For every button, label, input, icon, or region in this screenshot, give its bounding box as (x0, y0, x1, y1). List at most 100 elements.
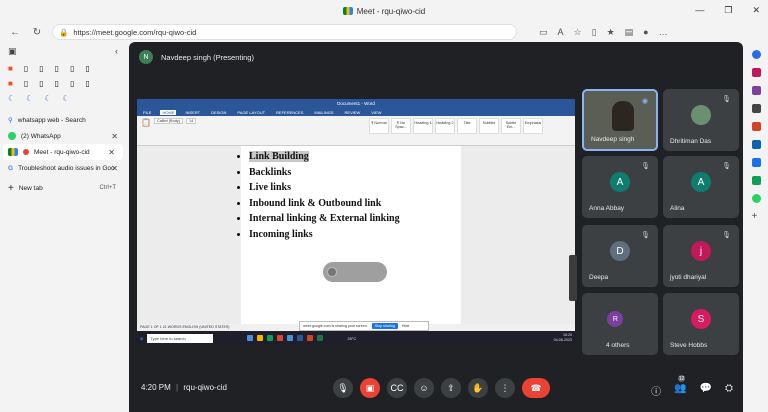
edge-app-icon[interactable]: ☾ (63, 94, 70, 103)
style-no-spacing[interactable]: ¶ No Spac... (391, 118, 411, 134)
whatsapp-icon[interactable] (751, 194, 761, 203)
close-window-button[interactable]: ✕ (752, 5, 760, 16)
camera-icon[interactable]: ▭ (539, 27, 548, 38)
ribbon-tab[interactable]: INSERT (183, 110, 202, 115)
favorites-icon[interactable]: ★ (607, 27, 615, 38)
participant-tile[interactable]: 🎙 Dhritiman Das (663, 89, 739, 151)
style-subtitle[interactable]: Subtitle (479, 118, 499, 134)
participant-tile-others[interactable]: R 4 others (582, 293, 658, 355)
taskbar-app-icon[interactable] (287, 335, 294, 341)
close-tab-icon[interactable]: ✕ (111, 164, 118, 173)
tab-actions-icon[interactable]: ▣ (8, 46, 17, 57)
tab-whatsapp-search[interactable]: ⚲ whatsapp web - Search (0, 112, 126, 128)
add-icon[interactable]: + (752, 212, 761, 222)
participant-tile[interactable]: S Steve Hobbs (663, 293, 739, 355)
taskbar-app-icon[interactable] (307, 335, 314, 341)
taskbar-app-icon[interactable] (297, 335, 304, 341)
microsoft-icon[interactable]: ■ (8, 79, 13, 88)
mic-button[interactable]: 🎙 (333, 378, 353, 398)
chat-icon[interactable]: 💬 (700, 383, 712, 398)
camera-off-button[interactable]: ▣ (360, 378, 380, 398)
tab-meet[interactable]: Meet - rqu-qiwo-cid ✕ (3, 144, 123, 160)
ribbon-tab[interactable]: VIEW (369, 110, 383, 115)
new-tab-button[interactable]: + New tab Ctrl+T (0, 180, 126, 196)
restore-button[interactable]: ❐ (724, 5, 732, 16)
tab-troubleshoot[interactable]: G Troubleshoot audio issues in Goo ✕ (0, 160, 126, 176)
style-heading2[interactable]: Heading 2 (435, 118, 455, 134)
participant-tile[interactable]: D 🎙 Deepa (582, 225, 658, 287)
participant-tile[interactable]: A 🎙 Alina (663, 156, 739, 218)
profile-icon[interactable]: ● (643, 27, 648, 38)
hide-button[interactable]: Hide (402, 324, 409, 328)
ribbon-tab[interactable]: REFERENCES (274, 110, 305, 115)
doc-icon[interactable]: ▯ (24, 79, 28, 88)
font-size[interactable]: 14 (185, 118, 197, 124)
ribbon-tab[interactable]: DESIGN (209, 110, 228, 115)
close-tab-icon[interactable]: ✕ (111, 132, 118, 141)
more-icon[interactable]: … (659, 27, 668, 38)
bing-icon[interactable] (751, 50, 761, 59)
info-icon[interactable]: ⓘ (651, 383, 661, 398)
taskbar-search[interactable]: Type here to search (147, 333, 214, 343)
doc-icon[interactable]: ▯ (70, 64, 74, 73)
doc-icon[interactable]: ▯ (70, 79, 74, 88)
taskbar-app-icon[interactable] (247, 335, 254, 341)
windows-start-icon[interactable]: ⊞ (140, 336, 143, 341)
edge-drop-icon[interactable] (751, 158, 761, 167)
people-icon[interactable]: 👥 12 (674, 375, 687, 398)
ribbon-tab[interactable]: HOME (160, 109, 177, 115)
doc-icon[interactable]: ▯ (85, 79, 89, 88)
close-tab-icon[interactable]: ✕ (108, 148, 115, 157)
taskbar-app-icon[interactable] (277, 335, 284, 341)
more-options-button[interactable]: ⋮ (495, 378, 515, 398)
ribbon-tab[interactable]: PAGE LAYOUT (235, 110, 267, 115)
refresh-icon[interactable]: ↻ (30, 27, 44, 38)
leave-call-button[interactable]: ☎ (522, 378, 550, 398)
captions-button[interactable]: CC (387, 378, 407, 398)
designer-icon[interactable] (751, 176, 761, 185)
present-button[interactable]: ⇪ (441, 378, 461, 398)
font-name[interactable]: Calibri (Body) (153, 118, 183, 124)
back-icon[interactable]: ← (8, 27, 22, 38)
style-title[interactable]: Title (457, 118, 477, 134)
activities-icon[interactable]: ⛭ (725, 383, 733, 398)
ribbon-tab[interactable]: REVIEW (343, 110, 363, 115)
outlook-icon[interactable] (751, 140, 761, 149)
stop-sharing-button[interactable]: Stop sharing (371, 323, 398, 329)
raise-hand-button[interactable]: ✋ (468, 378, 488, 398)
shopping-icon[interactable] (751, 86, 761, 95)
style-emphasis[interactable]: Emphasis (523, 118, 543, 134)
office-icon[interactable] (751, 122, 761, 131)
url-field[interactable]: 🔒 https://meet.google.com/rqu-qiwo-cid (52, 24, 517, 40)
doc-icon[interactable]: ▯ (55, 64, 59, 73)
style-subtle-em[interactable]: Subtle Em... (501, 118, 521, 134)
minimize-button[interactable]: — (695, 5, 704, 16)
games-icon[interactable] (751, 104, 761, 113)
favorite-star-icon[interactable]: ☆ (574, 27, 582, 38)
edge-app-icon[interactable]: ☾ (8, 94, 15, 103)
ribbon-tab[interactable]: FILE (141, 110, 153, 115)
taskbar-app-icon[interactable] (317, 335, 324, 341)
share-side-toolbar[interactable] (569, 255, 577, 301)
tools-icon[interactable] (751, 68, 761, 77)
style-normal[interactable]: ¶ Normal (369, 118, 389, 134)
participant-tile[interactable]: A 🎙 Anna Abbay (582, 156, 658, 218)
doc-icon[interactable]: ▯ (85, 64, 89, 73)
doc-icon[interactable]: ▯ (39, 79, 43, 88)
split-screen-icon[interactable]: ▯ (592, 27, 597, 38)
microsoft-icon[interactable]: ■ (8, 64, 13, 73)
participant-tile-self[interactable]: ◉ Navdeep singh (582, 89, 658, 151)
doc-icon[interactable]: ▯ (39, 64, 43, 73)
read-aloud-icon[interactable]: A (558, 27, 564, 38)
doc-icon[interactable]: ▯ (24, 64, 28, 73)
tab-whatsapp[interactable]: (2) WhatsApp ✕ (0, 128, 126, 144)
paste-icon[interactable]: 📋 (141, 118, 151, 143)
collections-icon[interactable]: ▤ (625, 27, 634, 38)
edge-app-icon[interactable]: ☾ (44, 94, 51, 103)
edge-app-icon[interactable]: ☾ (26, 94, 33, 103)
taskbar-app-icon[interactable] (257, 335, 264, 341)
emoji-button[interactable]: ☺ (414, 378, 434, 398)
ribbon-tab[interactable]: MAILINGS (312, 110, 335, 115)
collapse-icon[interactable]: ‹ (115, 46, 118, 57)
taskbar-app-icon[interactable] (267, 335, 274, 341)
